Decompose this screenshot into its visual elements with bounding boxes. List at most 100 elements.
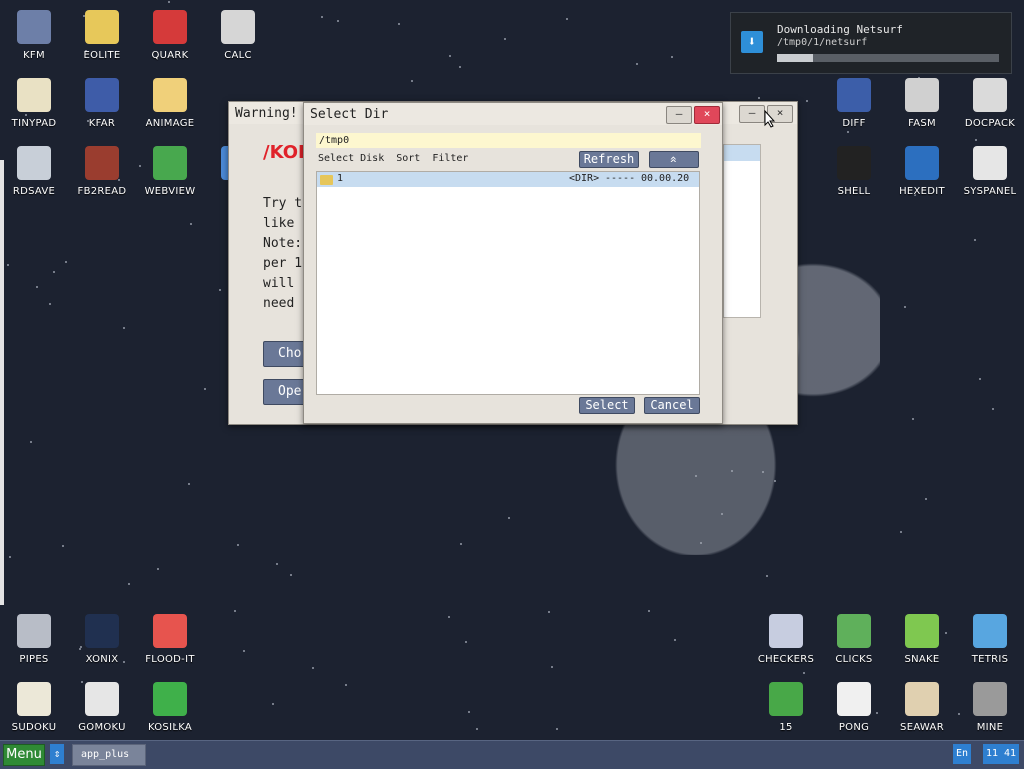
desktop-icon-quark[interactable]: QUARK — [138, 10, 202, 61]
download-notification[interactable]: ⬇ Downloading Netsurf /tmp0/1/netsurf — [730, 12, 1012, 74]
desktop-icon-animage[interactable]: ANIMAGE — [138, 78, 202, 129]
desktop-icon-clicks[interactable]: CLICKS — [822, 614, 886, 665]
desktop-icon-kfar[interactable]: KFAR — [70, 78, 134, 129]
taskbar-switch-icon[interactable]: ⇕ — [50, 744, 64, 764]
select-dir-dialog[interactable]: Select Dir – × /tmp0 Select Disk Sort Fi… — [303, 102, 723, 424]
desktop-icon-tetris[interactable]: TETRIS — [958, 614, 1022, 665]
desktop-icon-sudoku[interactable]: SUDOKU — [2, 682, 66, 733]
desktop-icon-pipes[interactable]: PIPES — [2, 614, 66, 665]
desktop-icon-label: RDSAVE — [12, 186, 56, 197]
star — [397, 23, 400, 26]
select-dir-titlebar[interactable]: Select Dir – × — [304, 103, 722, 125]
warning-side-panel — [723, 144, 761, 318]
desktop-icon-gomoku[interactable]: GOMOKU — [70, 682, 134, 733]
desktop-icon-xonix[interactable]: XONIX — [70, 614, 134, 665]
select-button[interactable]: Select — [579, 397, 635, 414]
hex-icon — [905, 146, 939, 180]
cancel-button[interactable]: Cancel — [644, 397, 700, 414]
star — [673, 639, 676, 642]
desktop-icon-label: SEAWAR — [900, 722, 944, 733]
desktop-icon-tinypad[interactable]: TINYPAD — [2, 78, 66, 129]
desktop-icon-eolite[interactable]: EOLITE — [70, 10, 134, 61]
desktop-icon-checkers[interactable]: CHECKERS — [754, 614, 818, 665]
list-item[interactable]: 1 <DIR> ----- 00.00.20 — [317, 172, 699, 187]
minimize-button[interactable]: – — [739, 105, 765, 123]
desktop-icon-pong[interactable]: PONG — [822, 682, 886, 733]
warning-line: per 1 — [263, 256, 303, 271]
desktop-icon-label: GOMOKU — [78, 722, 126, 733]
desktop-icon-label: FLOOD-IT — [145, 654, 195, 665]
desktop-icon-fasm[interactable]: FASM — [890, 78, 954, 129]
star — [243, 649, 246, 652]
star — [507, 516, 510, 519]
desktop-icon-flood-it[interactable]: FLOOD-IT — [138, 614, 202, 665]
snake-icon — [905, 614, 939, 648]
desktop-icon-15[interactable]: 15 — [754, 682, 818, 733]
desktop-icon-shell[interactable]: SHELL — [822, 146, 886, 197]
mine-icon — [973, 682, 1007, 716]
desktop-icon-syspanel[interactable]: SYSPANEL — [958, 146, 1022, 197]
fifteen-icon — [769, 682, 803, 716]
select-disk-menu[interactable]: Select Disk — [318, 153, 384, 164]
desktop-icon-label: FASM — [908, 118, 936, 129]
sudoku-icon — [17, 682, 51, 716]
desktop-icon-label: SYSPANEL — [963, 186, 1017, 197]
download-progress-fill — [777, 54, 813, 62]
desktop-icon-diff[interactable]: DIFF — [822, 78, 886, 129]
desktop-icon-label: TINYPAD — [11, 118, 57, 129]
item-size: ----- — [605, 173, 636, 184]
menu-button[interactable]: Menu — [3, 744, 45, 766]
desktop-icon-label: WEBVIEW — [144, 186, 196, 197]
desktop-icon-calc[interactable]: CALC — [206, 10, 270, 61]
desktop-icon-label: EOLITE — [83, 50, 121, 61]
sort-menu[interactable]: Sort — [396, 153, 420, 164]
chip-icon — [905, 78, 939, 112]
desktop-icon-snake[interactable]: SNAKE — [890, 614, 954, 665]
clock[interactable]: 11 41 — [983, 744, 1019, 764]
desktop-icon-label: PIPES — [19, 654, 49, 665]
pong-icon — [837, 682, 871, 716]
dual-panel-icon — [85, 78, 119, 112]
star — [123, 326, 126, 329]
desktop-icon-mine[interactable]: MINE — [958, 682, 1022, 733]
star — [65, 261, 68, 264]
file-list[interactable]: 1 <DIR> ----- 00.00.20 — [316, 171, 700, 395]
close-button[interactable]: × — [694, 106, 720, 124]
desktop-icon-label: CALC — [224, 50, 252, 61]
checkers-icon — [769, 614, 803, 648]
star — [344, 683, 347, 686]
star — [924, 498, 927, 501]
star — [190, 223, 193, 226]
warning-title: Warning! — [235, 105, 298, 121]
star — [547, 610, 550, 613]
desktop-icon-fb2read[interactable]: FB2READ — [70, 146, 134, 197]
tetris-icon — [973, 614, 1007, 648]
desktop-icon-rdsave[interactable]: RDSAVE — [2, 146, 66, 197]
blocks-icon — [837, 614, 871, 648]
minimize-button[interactable]: – — [666, 106, 692, 124]
star — [465, 641, 468, 644]
desktop-icon-kfm[interactable]: KFM — [2, 10, 66, 61]
desktop-icon-docpack[interactable]: DOCPACK — [958, 78, 1022, 129]
desktop-icon-seawar[interactable]: SEAWAR — [890, 682, 954, 733]
desktop-icon-kosilka[interactable]: KOSILKA — [138, 682, 202, 733]
taskbar-task-app-plus[interactable]: app_plus — [72, 744, 146, 766]
star — [974, 238, 977, 241]
star — [503, 38, 506, 41]
select-dir-title: Select Dir — [310, 106, 389, 122]
brush-icon — [153, 78, 187, 112]
notepad-icon — [17, 78, 51, 112]
parent-dir-button[interactable]: » — [649, 151, 699, 168]
desktop-icon-webview[interactable]: WEBVIEW — [138, 146, 202, 197]
desktop-icon-hexedit[interactable]: HEXEDIT — [890, 146, 954, 197]
terminal-icon — [837, 146, 871, 180]
cabinet-icon — [973, 78, 1007, 112]
path-field[interactable]: /tmp0 — [316, 133, 701, 148]
desktop-icon-label: 15 — [779, 722, 793, 733]
refresh-button[interactable]: Refresh — [579, 151, 639, 168]
star — [900, 530, 903, 533]
language-indicator[interactable]: En — [953, 744, 971, 764]
item-date: 00.00.20 — [641, 173, 690, 184]
filter-menu[interactable]: Filter — [432, 153, 468, 164]
warning-line: like — [263, 216, 295, 231]
